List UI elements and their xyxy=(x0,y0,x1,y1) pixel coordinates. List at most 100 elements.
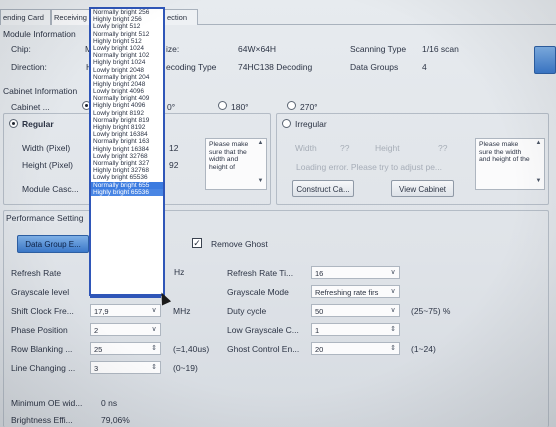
chevron-down-icon: ∨ xyxy=(390,269,396,276)
grayscale-mode-value: Refreshing rate firs xyxy=(315,288,379,297)
spinner-arrows-icon[interactable]: ⇕ xyxy=(388,324,398,335)
dropdown-option[interactable]: Normally bright 512 xyxy=(91,31,163,38)
regular-label: Regular xyxy=(22,119,54,129)
dropdown-option[interactable]: Highly bright 32768 xyxy=(91,167,163,174)
refresh-rate-label: Refresh Rate xyxy=(11,268,62,278)
row-blanking-label: Row Blanking ... xyxy=(11,344,73,354)
tab-sending-card[interactable]: ending Card xyxy=(0,9,51,25)
dropdown-option[interactable]: Lowly bright 4096 xyxy=(91,88,163,95)
low-grayscale-value: 1 xyxy=(315,326,320,335)
irregular-height-value: ?? xyxy=(438,143,448,153)
dropdown-option[interactable]: Lowly bright 512 xyxy=(91,23,163,30)
spinner-arrows-icon[interactable]: ⇕ xyxy=(388,343,398,354)
dropdown-option[interactable]: Lowly bright 65536 xyxy=(91,174,163,181)
duty-cycle-label: Duty cycle xyxy=(227,306,267,316)
rotation-180-label: 180° xyxy=(231,102,249,112)
data-groups-value: 4 xyxy=(422,62,427,72)
ghost-control-value: 20 xyxy=(315,345,324,354)
brightness-efficiency-value: 79,06% xyxy=(101,415,130,425)
line-changing-spinner[interactable]: 3 ⇕ xyxy=(90,361,161,374)
dropdown-option[interactable]: Normally bright 819 xyxy=(91,117,163,124)
decoding-type-label: ecoding Type xyxy=(166,62,217,72)
tab-connection[interactable]: ection xyxy=(164,9,198,25)
width-pixel-value: 12 xyxy=(169,143,179,153)
rotation-270-radio[interactable] xyxy=(287,101,296,110)
spinner-arrows-icon[interactable]: ⇕ xyxy=(149,362,159,373)
dropdown-option[interactable]: Normally bright 102 xyxy=(91,52,163,59)
data-group-button[interactable]: Data Group E... xyxy=(17,235,89,253)
irregular-radio[interactable] xyxy=(282,119,291,128)
dropdown-option[interactable]: Normally bright 204 xyxy=(91,74,163,81)
grayscale-mode-label: Grayscale Mode xyxy=(227,287,289,297)
width-pixel-label: Width (Pixel) xyxy=(22,143,71,153)
dropdown-option[interactable]: Normally bright 163 xyxy=(91,138,163,145)
chevron-down-icon: ∨ xyxy=(151,326,157,333)
dropdown-option[interactable]: Highly bright 1024 xyxy=(91,59,163,66)
rotation-180-radio[interactable] xyxy=(218,101,227,110)
dropdown-option[interactable]: Lowly bright 2048 xyxy=(91,67,163,74)
duty-cycle-select[interactable]: 50 ∨ xyxy=(311,304,400,317)
app-window: ending Card Receiving ection Module Info… xyxy=(0,0,556,427)
remove-ghost-checkbox[interactable]: ✓ xyxy=(192,238,202,248)
line-changing-range: (0~19) xyxy=(173,363,198,373)
cabinet-rotation-label: Cabinet ... xyxy=(11,102,50,112)
dropdown-option[interactable]: Normally bright 409 xyxy=(91,95,163,102)
dropdown-option[interactable]: Highly bright 512 xyxy=(91,38,163,45)
dropdown-option[interactable]: Highly bright 65536 xyxy=(91,188,163,196)
note-scrollbar[interactable]: ▲ ▼ xyxy=(534,140,543,188)
tab-receiving[interactable]: Receiving xyxy=(51,9,91,25)
dropdown-option[interactable]: Lowly bright 32768 xyxy=(91,153,163,160)
spinner-arrows-icon[interactable]: ⇕ xyxy=(149,343,159,354)
ghost-control-spinner[interactable]: 20 ⇕ xyxy=(311,342,400,355)
chevron-down-icon: ∨ xyxy=(390,288,396,295)
regular-radio[interactable] xyxy=(9,119,18,128)
shift-clock-label: Shift Clock Fre... xyxy=(11,306,74,316)
decoding-type-value: 74HC138 Decoding xyxy=(238,62,313,72)
refresh-rate-times-label: Refresh Rate Ti... xyxy=(227,268,294,278)
refresh-rate-times-select[interactable]: 16 ∨ xyxy=(311,266,400,279)
row-blanking-note: (=1,40us) xyxy=(173,344,210,354)
data-groups-label: Data Groups xyxy=(350,62,399,72)
grayscale-mode-select[interactable]: Refreshing rate firs ∨ xyxy=(311,285,400,298)
dropdown-option[interactable]: Lowly bright 16384 xyxy=(91,131,163,138)
dropdown-option[interactable]: Lowly bright 1024 xyxy=(91,45,163,52)
duty-cycle-range: (25~75) % xyxy=(411,306,451,316)
row-blanking-spinner[interactable]: 25 ⇕ xyxy=(90,342,161,355)
dropdown-option[interactable]: Highly bright 16384 xyxy=(91,146,163,153)
note-scrollbar[interactable]: ▲ ▼ xyxy=(256,140,265,188)
dropdown-option[interactable]: Lowly bright 8192 xyxy=(91,110,163,117)
regular-note-text: Please make sure that the width and heig… xyxy=(209,141,249,171)
dropdown-option[interactable]: Highly bright 8192 xyxy=(91,124,163,131)
scan-type-label: Scanning Type xyxy=(350,44,407,54)
min-oe-width-value: 0 ns xyxy=(101,398,118,408)
line-changing-label: Line Changing ... xyxy=(11,363,76,373)
duty-cycle-value: 50 xyxy=(315,307,324,316)
dropdown-option[interactable]: Normally bright 327 xyxy=(91,160,163,167)
dropdown-option[interactable]: Normally bright 256 xyxy=(91,9,163,16)
scan-type-value: 1/16 scan xyxy=(422,44,459,54)
size-value: 64W×64H xyxy=(238,44,277,54)
module-select-button[interactable] xyxy=(534,46,556,74)
dropdown-option[interactable]: Normally bright 655 xyxy=(91,181,163,189)
module-info-title: Module Information xyxy=(3,29,76,39)
low-grayscale-spinner[interactable]: 1 ⇕ xyxy=(311,323,400,336)
refresh-rate-unit: Hz xyxy=(174,267,185,277)
phase-position-select[interactable]: 2 ∨ xyxy=(90,323,161,336)
line-changing-value: 3 xyxy=(94,364,99,373)
shift-clock-select[interactable]: 17,9 ∨ xyxy=(90,304,161,317)
irregular-width-label: Width xyxy=(295,143,317,153)
dropdown-option[interactable]: Highly bright 4096 xyxy=(91,102,163,109)
phase-position-value: 2 xyxy=(94,326,99,335)
height-pixel-value: 92 xyxy=(169,160,179,170)
dropdown-option[interactable]: Highly bright 2048 xyxy=(91,81,163,88)
loading-error-text: Loading error. Please try to adjust pe..… xyxy=(296,162,443,172)
grayscale-level-dropdown-list[interactable]: Normally bright 256 Highly bright 256 Lowl… xyxy=(89,7,165,296)
irregular-label: Irregular xyxy=(295,119,327,129)
shift-clock-value: 17,9 xyxy=(94,307,109,316)
tab-strip: ending Card Receiving ection xyxy=(0,9,556,25)
construct-cabinet-button[interactable]: Construct Ca... xyxy=(292,180,354,197)
module-cascade-label: Module Casc... xyxy=(22,184,79,194)
regular-note-box: Please make sure that the width and heig… xyxy=(205,138,267,190)
view-cabinet-button[interactable]: View Cabinet xyxy=(391,180,454,197)
dropdown-option[interactable]: Highly bright 256 xyxy=(91,16,163,23)
